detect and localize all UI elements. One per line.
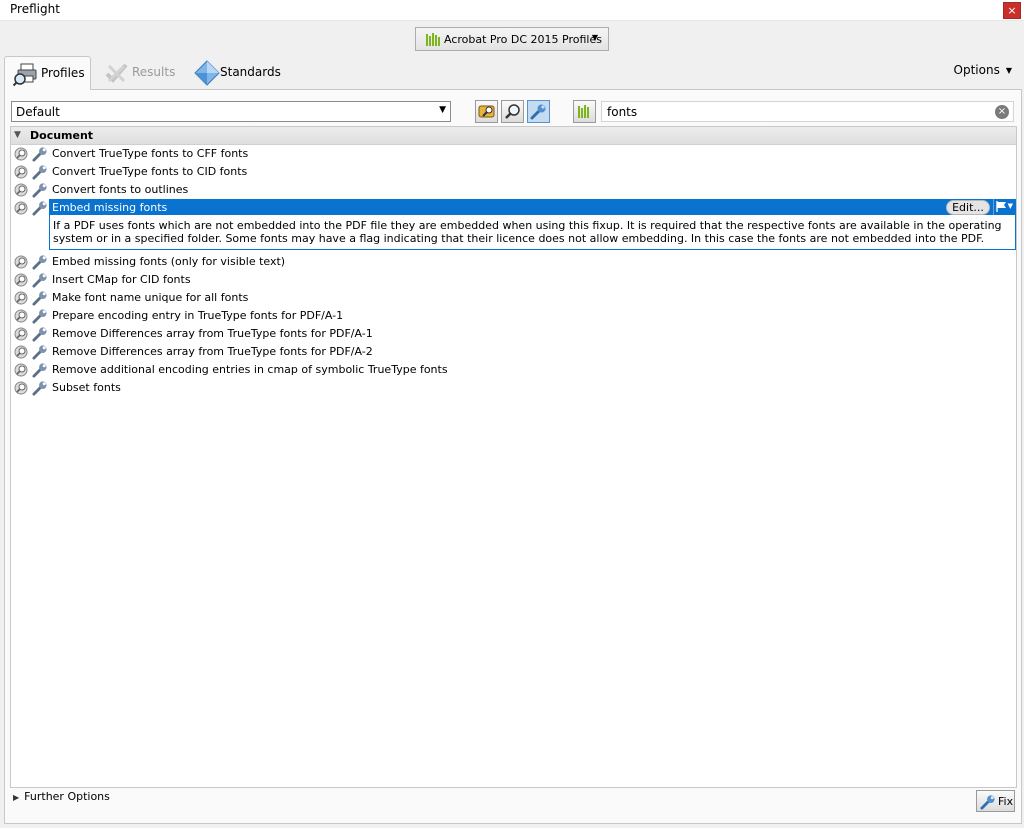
check-magnifier-icon (14, 345, 28, 359)
tree-row-label: Insert CMap for CID fonts (52, 273, 191, 286)
chevron-down-icon: ▼ (439, 105, 446, 115)
tree-row-label: Embed missing fonts (52, 201, 168, 214)
wrench-icon (32, 183, 47, 198)
wrench-icon (32, 327, 47, 342)
wrench-icon (32, 255, 47, 270)
tab-profiles-label: Profiles (41, 66, 85, 80)
check-magnifier-icon (14, 183, 28, 197)
tree-row-label: Convert fonts to outlines (52, 183, 189, 196)
tree-row-label: Embed missing fonts (only for visible te… (52, 255, 286, 268)
tab-results[interactable]: Results (96, 56, 176, 90)
tree-row[interactable]: Convert TrueType fonts to CID fonts (11, 163, 1016, 181)
search-value: fonts (607, 105, 638, 119)
check-magnifier-icon (14, 363, 28, 377)
wrench-icon (32, 165, 47, 180)
further-options-toggle[interactable]: ▶ Further Options (13, 790, 110, 803)
wrench-icon (530, 104, 546, 120)
library-filter-button[interactable] (573, 100, 596, 123)
check-magnifier-icon (14, 147, 28, 161)
tree-row-label: Remove Differences array from TrueType f… (52, 327, 373, 340)
wrench-icon (32, 147, 47, 162)
tree-row-label: Remove Differences array from TrueType f… (52, 345, 373, 358)
check-magnifier-icon (14, 327, 28, 341)
results-check-icon (105, 63, 128, 83)
library-bars-icon (426, 33, 440, 46)
edit-button[interactable]: Edit... (946, 200, 990, 215)
tree-group-label: Document (30, 129, 94, 142)
tree-row[interactable]: Remove additional encoding entries in cm… (11, 361, 1016, 379)
check-magnifier-icon (14, 381, 28, 395)
show-fixups-button[interactable] (527, 100, 550, 123)
wrench-icon (32, 291, 47, 306)
flag-menu-button[interactable]: ▼ (993, 199, 1015, 216)
fixup-tree: ▼ Document Convert TrueType fonts to CFF… (10, 126, 1017, 788)
wrench-icon (32, 345, 47, 360)
tree-row-label: Subset fonts (52, 381, 121, 394)
options-label: Options (953, 63, 1000, 77)
tree-row[interactable]: Convert TrueType fonts to CFF fonts (11, 145, 1016, 163)
search-input[interactable]: fonts × (601, 101, 1014, 122)
wrench-icon (32, 381, 47, 396)
close-button[interactable]: × (1003, 2, 1021, 19)
magnifier-icon (505, 104, 520, 119)
chevron-down-icon: ▼ (1007, 202, 1013, 210)
wrench-icon (980, 795, 995, 810)
collapse-triangle-icon[interactable]: ▼ (14, 130, 21, 140)
tab-results-label: Results (132, 65, 176, 79)
library-bars-icon (578, 105, 589, 118)
wrench-icon (32, 363, 47, 378)
tree-row[interactable]: Remove Differences array from TrueType f… (11, 325, 1016, 343)
tree-row[interactable]: Subset fonts (11, 379, 1016, 397)
tree-row[interactable]: Remove Differences array from TrueType f… (11, 343, 1016, 361)
wrench-icon (32, 309, 47, 324)
tree-row-label: Remove additional encoding entries in cm… (52, 363, 448, 376)
tree-row[interactable]: Make font name unique for all fonts (11, 289, 1016, 307)
window-title: Preflight (10, 2, 60, 16)
fixup-description: If a PDF uses fonts which are not embedd… (49, 215, 1016, 250)
printer-magnifier-icon (13, 63, 37, 87)
check-magnifier-icon (14, 201, 28, 215)
show-profiles-button[interactable] (475, 100, 498, 123)
tree-row[interactable]: Insert CMap for CID fonts (11, 271, 1016, 289)
check-magnifier-icon (14, 273, 28, 287)
tree-row[interactable]: Embed missing fonts (only for visible te… (11, 253, 1016, 271)
tree-row[interactable]: Prepare encoding entry in TrueType fonts… (11, 307, 1016, 325)
check-magnifier-icon (14, 291, 28, 305)
clear-search-icon[interactable]: × (995, 105, 1009, 119)
flag-icon (996, 201, 1006, 212)
wrench-icon (32, 201, 47, 216)
fix-button-label: Fix (998, 795, 1014, 808)
tree-row-label: Prepare encoding entry in TrueType fonts… (52, 309, 344, 322)
chevron-down-icon: ▼ (591, 33, 598, 42)
show-checks-button[interactable] (501, 100, 524, 123)
profile-filter-select[interactable]: Default ▼ (11, 101, 451, 122)
options-menu-button[interactable]: Options ▼ (954, 63, 1012, 77)
further-options-label: Further Options (24, 790, 110, 803)
tab-standards-label: Standards (220, 65, 281, 79)
tree-row-label: Convert TrueType fonts to CFF fonts (52, 147, 249, 160)
diamond-icon (194, 60, 220, 86)
profile-icon (478, 105, 495, 118)
profile-library-label: Acrobat Pro DC 2015 Profiles (444, 33, 602, 46)
profile-library-dropdown[interactable]: Acrobat Pro DC 2015 Profiles ▼ (415, 27, 609, 51)
check-magnifier-icon (14, 165, 28, 179)
tree-row[interactable]: Convert fonts to outlines (11, 181, 1016, 199)
tab-profiles[interactable]: Profiles (4, 56, 91, 90)
fix-button[interactable]: Fix (976, 790, 1015, 812)
tree-row-label: Convert TrueType fonts to CID fonts (52, 165, 248, 178)
title-bar: Preflight × (0, 0, 1024, 21)
wrench-icon (32, 273, 47, 288)
check-magnifier-icon (14, 255, 28, 269)
check-magnifier-icon (14, 309, 28, 323)
profile-filter-value: Default (16, 105, 60, 119)
tree-row-label: Make font name unique for all fonts (52, 291, 249, 304)
expand-triangle-icon: ▶ (13, 793, 20, 802)
profiles-panel: Default ▼ fonts × ▼ Document Convert Tru… (4, 89, 1022, 824)
chevron-down-icon: ▼ (1005, 66, 1012, 75)
tree-group-header[interactable]: ▼ Document (11, 127, 1016, 145)
tab-standards[interactable]: Standards (186, 56, 286, 90)
